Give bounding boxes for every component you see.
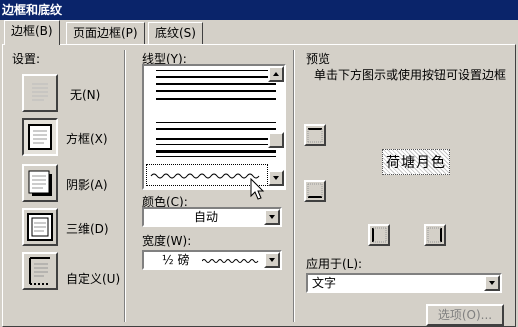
width-value: ½ 磅 [162,253,190,267]
apply-to-dropdown-button[interactable] [484,275,500,291]
width-wave-icon [202,259,259,263]
apply-to-value: 文字 [312,276,337,290]
top-border-button[interactable] [304,124,326,146]
width-label: 宽度(W): [142,234,192,248]
3d-border-icon [27,213,53,241]
custom-border-icon [29,257,50,285]
line-style-option[interactable] [156,138,276,140]
setting-box-label: 方框(X) [66,132,108,146]
setting-shadow-button[interactable] [22,164,58,202]
mouse-cursor-icon [250,178,265,200]
tab-shading[interactable]: 底纹(S) [148,22,203,44]
color-value: 自动 [194,210,219,224]
scroll-thumb[interactable] [268,132,284,148]
scroll-up-button[interactable] [268,66,284,82]
bottom-border-button[interactable] [304,180,326,202]
separator-left [124,50,126,322]
chevron-down-icon [269,215,275,219]
line-style-option[interactable] [156,156,276,157]
settings-label: 设置: [12,52,41,66]
left-border-icon [372,227,387,243]
setting-custom-button[interactable] [22,252,58,290]
scroll-down-button[interactable] [268,170,284,186]
options-button[interactable]: 选项(O)... [426,304,504,326]
line-style-option[interactable] [156,150,276,153]
line-style-option[interactable] [156,83,276,85]
left-border-button[interactable] [368,224,390,246]
line-style-option[interactable] [156,70,276,71]
setting-3d-button[interactable] [22,208,58,246]
preview-sample-text[interactable]: 荷塘月色 [382,149,450,175]
apply-to-label: 应用于(L): [306,257,363,271]
preview-hint: 单击下方图示或使用按钮可设置边框 [314,68,507,82]
setting-box-button[interactable] [22,118,58,156]
bottom-border-icon [307,183,323,198]
line-style-option[interactable] [156,122,276,123]
tab-borders[interactable]: 边框(B) [4,20,60,45]
scroll-down-icon [273,176,279,180]
scroll-up-icon [273,72,279,76]
box-border-icon [28,124,52,150]
preview-label: 预览 [306,52,331,66]
setting-shadow-label: 阴影(A) [66,178,108,192]
chevron-down-icon [269,258,275,262]
separator-right [293,50,295,322]
apply-to-select[interactable]: 文字 [306,273,502,293]
width-dropdown-button[interactable] [264,252,280,268]
width-select[interactable]: ½ 磅 [142,250,282,270]
setting-none-button[interactable] [22,74,58,112]
color-dropdown-button[interactable] [264,209,280,225]
window-title: 边框和底纹 [0,0,518,20]
line-style-option[interactable] [156,98,276,100]
right-border-icon [427,227,442,243]
line-style-option[interactable] [156,90,276,92]
line-style-option[interactable] [156,128,276,130]
top-border-icon [307,128,323,143]
color-select[interactable]: 自动 [142,207,282,227]
setting-custom-label: 自定义(U) [66,272,121,286]
setting-3d-label: 三维(D) [66,222,109,236]
none-border-icon [32,83,48,101]
right-border-button[interactable] [424,224,446,246]
line-style-option[interactable] [156,76,276,78]
shadow-border-icon [28,170,52,196]
wave-line-icon [150,173,260,179]
setting-none-label: 无(N) [70,88,101,102]
line-style-list[interactable] [142,64,286,190]
chevron-down-icon [489,281,495,285]
tab-page-borders[interactable]: 页面边框(P) [66,22,145,44]
line-style-option[interactable] [156,144,276,145]
